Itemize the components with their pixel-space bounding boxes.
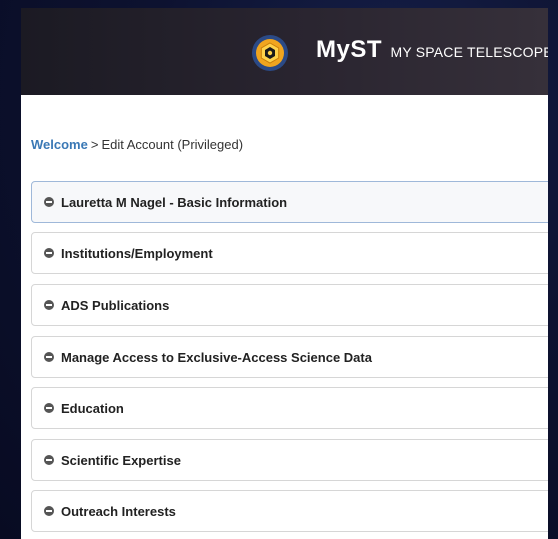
minus-circle-icon <box>44 197 54 207</box>
brand-name: MyST <box>316 36 383 63</box>
minus-circle-icon <box>44 403 54 413</box>
breadcrumb: Welcome > Edit Account (Privileged) <box>31 137 243 152</box>
minus-circle-icon <box>44 455 54 465</box>
section-label: Scientific Expertise <box>61 453 181 468</box>
main-panel: Welcome > Edit Account (Privileged) Lauret… <box>21 95 548 539</box>
section-scientific-expertise[interactable]: Scientific Expertise <box>31 439 548 481</box>
minus-circle-icon <box>44 248 54 258</box>
section-label: Manage Access to Exclusive-Access Scienc… <box>61 350 372 365</box>
section-outreach-interests[interactable]: Outreach Interests <box>31 490 548 532</box>
site-header: MyST MY SPACE TELESCOPE <box>21 8 548 95</box>
minus-circle-icon <box>44 506 54 516</box>
section-exclusive-access-data[interactable]: Manage Access to Exclusive-Access Scienc… <box>31 336 548 378</box>
myst-logo-icon[interactable] <box>251 34 289 72</box>
section-ads-publications[interactable]: ADS Publications <box>31 284 548 326</box>
breadcrumb-home-link[interactable]: Welcome <box>31 137 88 152</box>
breadcrumb-current: Edit Account (Privileged) <box>101 137 244 152</box>
section-label: Lauretta M Nagel - Basic Information <box>61 195 288 210</box>
section-basic-information[interactable]: Lauretta M Nagel - Basic Information <box>31 181 548 223</box>
brand[interactable]: MyST MY SPACE TELESCOPE <box>316 36 548 64</box>
breadcrumb-separator: > <box>90 137 99 152</box>
minus-circle-icon <box>44 300 54 310</box>
section-label: ADS Publications <box>61 298 170 313</box>
brand-tagline: MY SPACE TELESCOPE <box>390 44 548 60</box>
section-label: Institutions/Employment <box>61 246 213 261</box>
section-education[interactable]: Education <box>31 387 548 429</box>
minus-circle-icon <box>44 352 54 362</box>
section-label: Education <box>61 401 124 416</box>
section-institutions-employment[interactable]: Institutions/Employment <box>31 232 548 274</box>
section-label: Outreach Interests <box>61 504 176 519</box>
